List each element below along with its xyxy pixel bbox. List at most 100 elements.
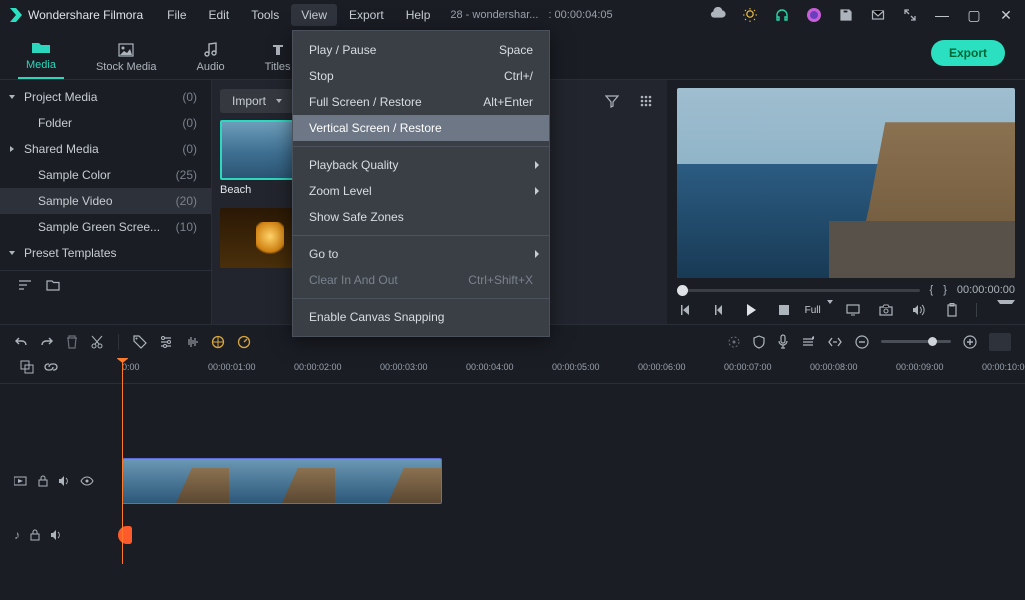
ruler-tick: 00:00:03:00: [380, 362, 428, 372]
mute-icon[interactable]: [50, 530, 62, 540]
maximize-button[interactable]: ▢: [963, 4, 985, 26]
sidebar-item-sample-video[interactable]: Sample Video(20): [0, 188, 211, 214]
menu-item-zoom-level[interactable]: Zoom Level: [293, 178, 549, 204]
cloud-icon[interactable]: [707, 4, 729, 26]
clipboard-icon[interactable]: [943, 300, 960, 320]
preview-time: 00:00:00:00: [957, 284, 1015, 296]
app-logo-icon: [8, 7, 24, 23]
menu-view[interactable]: View: [291, 4, 337, 26]
menu-bar: File Edit Tools View Export Help: [157, 4, 440, 26]
expand-icon: [10, 146, 14, 152]
menu-item-fullscreen[interactable]: Full Screen / RestoreAlt+Enter: [293, 89, 549, 115]
lock-icon[interactable]: [38, 475, 48, 487]
menu-separator: [293, 235, 549, 236]
speed-icon[interactable]: [237, 335, 251, 349]
play-icon[interactable]: [743, 300, 760, 320]
menu-edit[interactable]: Edit: [199, 4, 240, 26]
redo-icon[interactable]: [40, 335, 54, 349]
expand-icon[interactable]: [899, 4, 921, 26]
audio-track[interactable]: ♪: [0, 524, 1025, 546]
tab-media[interactable]: Media: [18, 33, 64, 79]
menu-export[interactable]: Export: [339, 4, 394, 26]
import-button[interactable]: Import: [220, 89, 294, 113]
mail-icon[interactable]: [867, 4, 889, 26]
sidebar-item-sample-green[interactable]: Sample Green Scree...(10): [0, 214, 211, 240]
filter-icon[interactable]: [599, 88, 625, 114]
save-icon[interactable]: [835, 4, 857, 26]
mic-icon[interactable]: [777, 334, 789, 350]
menu-item-clear-in-out: Clear In And OutCtrl+Shift+X: [293, 267, 549, 293]
grid-view-icon[interactable]: [633, 88, 659, 114]
preview-viewport[interactable]: [677, 88, 1015, 278]
zoom-in-icon[interactable]: [963, 335, 977, 349]
menu-item-safe-zones[interactable]: Show Safe Zones: [293, 204, 549, 230]
timeline-ruler[interactable]: 0:0000:00:01:0000:00:02:0000:00:03:0000:…: [0, 358, 1025, 384]
menu-item-stop[interactable]: StopCtrl+/: [293, 63, 549, 89]
minimize-button[interactable]: —: [931, 4, 953, 26]
avatar-icon[interactable]: [803, 4, 825, 26]
playhead[interactable]: [122, 358, 123, 564]
sidebar-item-sample-color[interactable]: Sample Color(25): [0, 162, 211, 188]
sort-icon[interactable]: [18, 279, 32, 291]
audio-clip[interactable]: [118, 526, 132, 544]
target-icon[interactable]: [727, 335, 741, 349]
tab-stock-media[interactable]: Stock Media: [88, 35, 165, 79]
menu-item-playback-quality[interactable]: Playback Quality: [293, 152, 549, 178]
zoom-slider[interactable]: [881, 340, 951, 343]
chevron-down-icon[interactable]: [997, 300, 1015, 320]
mark-in-icon[interactable]: {: [930, 284, 934, 296]
step-back-icon[interactable]: [710, 300, 727, 320]
ruler-tick: 0:00: [122, 362, 140, 372]
render-preview-icon[interactable]: [989, 333, 1011, 351]
lock-icon[interactable]: [30, 529, 40, 541]
menu-separator: [293, 298, 549, 299]
overlay-icon[interactable]: [20, 360, 34, 374]
preview-mode-select[interactable]: Full: [809, 300, 829, 320]
lightbulb-icon[interactable]: [739, 4, 761, 26]
volume-icon[interactable]: [911, 300, 928, 320]
cut-icon[interactable]: [90, 335, 104, 349]
ruler-tick: 00:00:01:00: [208, 362, 256, 372]
sidebar-item-project-media[interactable]: Project Media(0): [0, 84, 211, 110]
tag-icon[interactable]: [133, 335, 147, 349]
menu-file[interactable]: File: [157, 4, 196, 26]
preview-panel: { } 00:00:00:00 Full: [667, 80, 1025, 324]
menu-help[interactable]: Help: [396, 4, 441, 26]
menu-item-canvas-snapping[interactable]: Enable Canvas Snapping: [293, 304, 549, 330]
tab-audio[interactable]: Audio: [189, 35, 233, 79]
ruler-tick: 00:00:09:00: [896, 362, 944, 372]
export-button[interactable]: Export: [931, 40, 1005, 66]
fit-icon[interactable]: [827, 336, 843, 348]
mute-icon[interactable]: [58, 476, 70, 486]
undo-icon[interactable]: [14, 335, 28, 349]
menu-item-vertical-screen[interactable]: Vertical Screen / Restore: [293, 115, 549, 141]
stop-icon[interactable]: [776, 300, 793, 320]
sidebar-item-preset-templates[interactable]: Preset Templates: [0, 240, 211, 266]
link-icon[interactable]: [44, 360, 58, 374]
waveform-icon[interactable]: [185, 335, 199, 349]
sidebar-item-shared-media[interactable]: Shared Media(0): [0, 136, 211, 162]
new-folder-icon[interactable]: [46, 279, 60, 291]
zoom-out-icon[interactable]: [855, 335, 869, 349]
color-icon[interactable]: [211, 335, 225, 349]
music-icon[interactable]: [801, 335, 815, 349]
menu-tools[interactable]: Tools: [241, 4, 289, 26]
sidebar-item-folder[interactable]: Folder(0): [0, 110, 211, 136]
mark-out-icon[interactable]: }: [943, 284, 947, 296]
timeline-clip-beach[interactable]: ▶Beach: [122, 458, 442, 504]
ruler-tick: 00:00:05:00: [552, 362, 600, 372]
snapshot-icon[interactable]: [878, 300, 895, 320]
menu-item-play-pause[interactable]: Play / PauseSpace: [293, 37, 549, 63]
menu-item-goto[interactable]: Go to: [293, 241, 549, 267]
ruler-tick: 00:00:06:00: [638, 362, 686, 372]
prev-frame-icon[interactable]: [677, 300, 694, 320]
close-button[interactable]: ✕: [995, 4, 1017, 26]
monitor-icon[interactable]: [845, 300, 862, 320]
eye-icon[interactable]: [80, 476, 94, 486]
shield-icon[interactable]: [753, 335, 765, 349]
headphones-icon[interactable]: [771, 4, 793, 26]
delete-icon[interactable]: [66, 335, 78, 349]
preview-seek-bar[interactable]: [677, 289, 920, 292]
project-name: 28 - wondershar...: [450, 9, 538, 21]
adjust-icon[interactable]: [159, 335, 173, 349]
